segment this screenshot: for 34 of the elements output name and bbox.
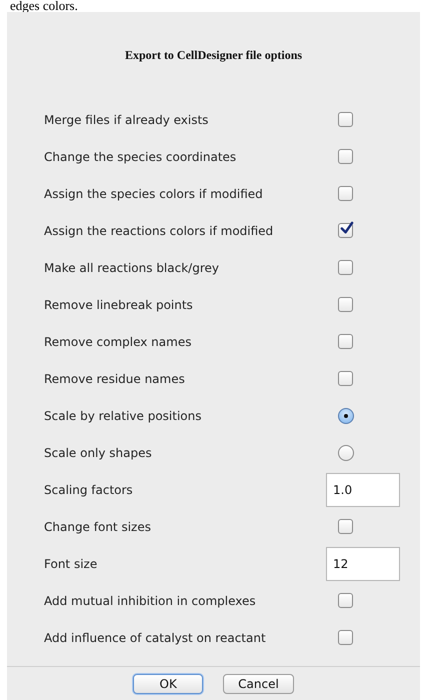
option-label: Remove complex names bbox=[44, 334, 192, 348]
option-label: Make all reactions black/grey bbox=[44, 260, 220, 274]
input-field[interactable]: 1.0 bbox=[326, 472, 400, 506]
option-label: Assign the reactions colors if modified bbox=[44, 224, 274, 238]
option-label: Merge files if already exists bbox=[44, 112, 210, 126]
option-label: Font size bbox=[44, 556, 98, 570]
radio-button[interactable] bbox=[338, 444, 354, 460]
option-label: Scale only shapes bbox=[44, 446, 153, 460]
option-label: Assign the species colors if modified bbox=[44, 186, 264, 200]
option-label: Add mutual inhibition in complexes bbox=[44, 594, 257, 608]
checkbox[interactable] bbox=[338, 149, 353, 164]
option-label: Change the species coordinates bbox=[44, 150, 238, 164]
option-label: Remove linebreak points bbox=[44, 298, 194, 312]
checkbox[interactable] bbox=[338, 112, 353, 127]
option-label: Scale by relative positions bbox=[44, 408, 202, 422]
option-label: Remove residue names bbox=[44, 372, 186, 386]
checkbox[interactable] bbox=[338, 519, 353, 534]
option-label: Scaling factors bbox=[44, 482, 134, 496]
checkbox[interactable] bbox=[338, 630, 353, 645]
checkbox[interactable] bbox=[338, 297, 353, 312]
checkbox[interactable] bbox=[338, 223, 353, 238]
option-label: Change font sizes bbox=[44, 520, 152, 534]
document-text: edges colors. bbox=[10, 0, 78, 12]
checkbox[interactable] bbox=[338, 593, 353, 608]
checkbox[interactable] bbox=[338, 334, 353, 349]
input-field[interactable]: 12 bbox=[326, 546, 400, 580]
checkbox[interactable] bbox=[338, 371, 353, 386]
checkbox[interactable] bbox=[338, 260, 353, 275]
ok-button[interactable]: OK bbox=[133, 674, 204, 694]
cancel-button[interactable]: Cancel bbox=[223, 674, 294, 694]
radio-button[interactable] bbox=[338, 408, 354, 424]
dialog-title: Export to CellDesigner file options bbox=[124, 47, 304, 63]
option-label: Add influence of catalyst on reactant bbox=[44, 630, 267, 644]
checkbox[interactable] bbox=[338, 186, 353, 201]
